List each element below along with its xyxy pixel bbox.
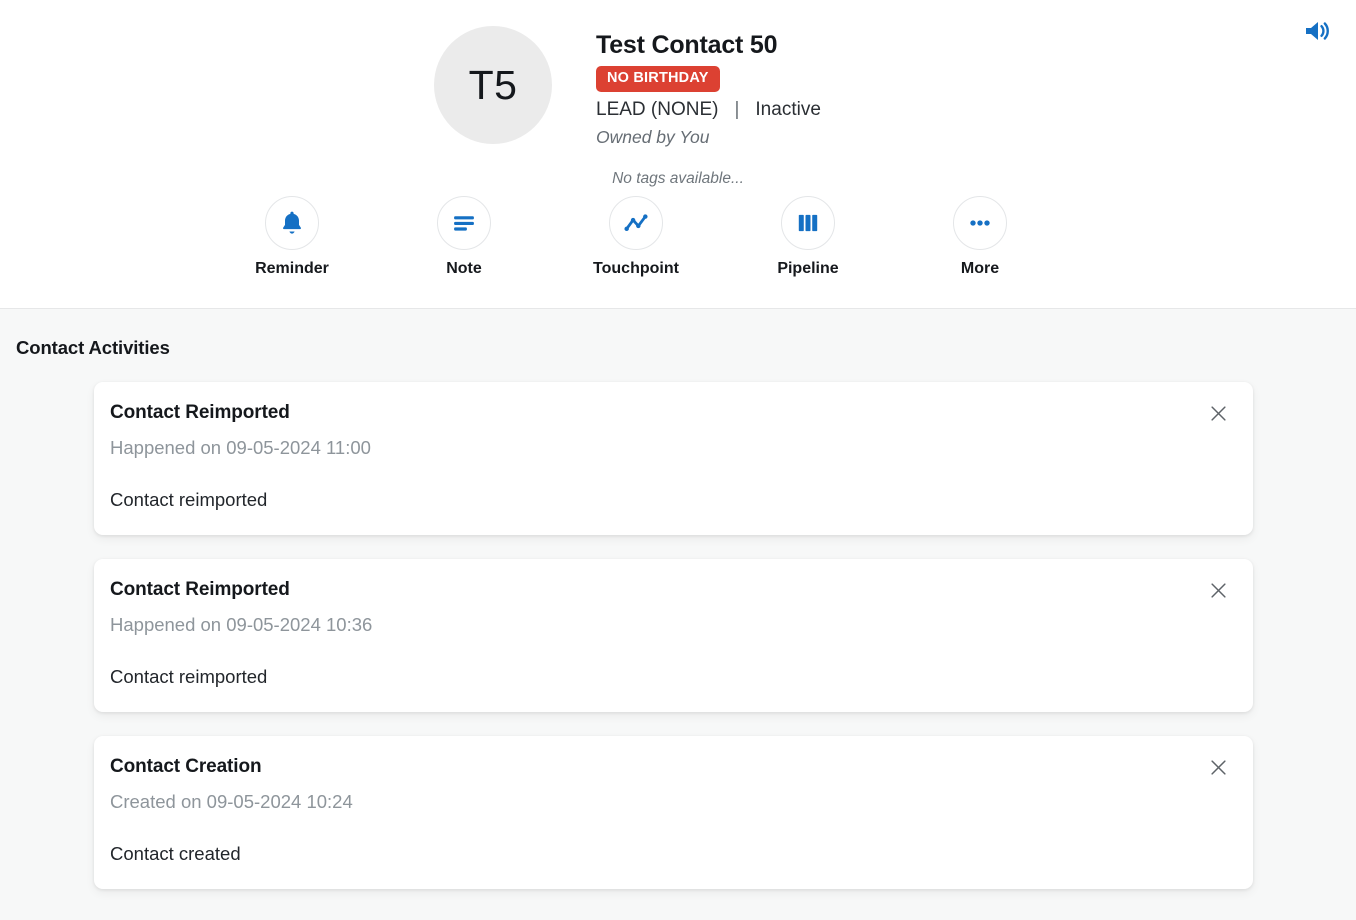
close-icon[interactable]: [1205, 577, 1231, 603]
contact-header: T5 Test Contact 50 NO BIRTHDAY LEAD (NON…: [0, 0, 1356, 309]
quick-action-bar: Reminder Note Touchpoint Pipeline More: [0, 196, 1356, 278]
action-label: Touchpoint: [593, 260, 679, 277]
action-label: Reminder: [255, 260, 329, 277]
meta-separator: |: [734, 98, 740, 120]
action-reminder[interactable]: Reminder: [206, 196, 378, 278]
activity-description: Contact created: [110, 843, 241, 864]
close-icon[interactable]: [1205, 400, 1231, 426]
activity-timestamp: Created on 09-05-2024 10:24: [110, 791, 353, 812]
action-label: Note: [446, 260, 482, 277]
identity-text-block: Test Contact 50 NO BIRTHDAY LEAD (NONE) …: [552, 26, 821, 148]
action-note[interactable]: Note: [378, 196, 550, 278]
avatar-initials: T5: [468, 61, 518, 108]
action-label: Pipeline: [777, 260, 839, 277]
contact-activities-section: Contact Activities Contact Reimported Ha…: [0, 309, 1356, 920]
activity-title: Contact Creation: [110, 756, 262, 777]
action-touchpoint[interactable]: Touchpoint: [550, 196, 722, 278]
activity-description: Contact reimported: [110, 666, 268, 687]
activity-title: Contact Reimported: [110, 402, 290, 423]
action-pipeline[interactable]: Pipeline: [722, 196, 894, 278]
tags-placeholder[interactable]: No tags available...: [0, 170, 1356, 188]
activity-card[interactable]: Contact Creation Created on 09-05-2024 1…: [94, 736, 1253, 889]
pipeline-bars-icon: [781, 196, 835, 250]
contact-detail-page: T5 Test Contact 50 NO BIRTHDAY LEAD (NON…: [0, 0, 1356, 920]
activity-timestamp: Happened on 09-05-2024 11:00: [110, 437, 371, 458]
avatar: T5: [434, 26, 552, 144]
page-title: Test Contact 50: [596, 31, 778, 59]
action-label: More: [960, 260, 1000, 277]
contact-identity: T5 Test Contact 50 NO BIRTHDAY LEAD (NON…: [0, 0, 1356, 148]
note-lines-icon: [437, 196, 491, 250]
section-title: Contact Activities: [16, 337, 170, 358]
line-chart-icon: [609, 196, 663, 250]
activity-description: Contact reimported: [110, 489, 268, 510]
ellipsis-icon: [953, 196, 1007, 250]
activity-card[interactable]: Contact Reimported Happened on 09-05-202…: [94, 382, 1253, 535]
speaker-volume-icon[interactable]: [1300, 14, 1334, 48]
owner-label: Owned by You: [596, 126, 710, 147]
lead-stage-label: LEAD (NONE): [596, 98, 719, 120]
close-icon[interactable]: [1205, 754, 1231, 780]
activity-card[interactable]: Contact Reimported Happened on 09-05-202…: [94, 559, 1253, 712]
activity-timestamp: Happened on 09-05-2024 10:36: [110, 614, 373, 635]
status-badge: NO BIRTHDAY: [596, 66, 720, 92]
activity-title: Contact Reimported: [110, 579, 290, 600]
contact-meta: LEAD (NONE) | Inactive: [596, 99, 821, 121]
badge-row: NO BIRTHDAY: [596, 66, 821, 92]
activity-card-list: Contact Reimported Happened on 09-05-202…: [0, 382, 1356, 889]
action-more[interactable]: More: [894, 196, 1066, 278]
active-status-label: Inactive: [755, 98, 821, 120]
bell-icon: [265, 196, 319, 250]
